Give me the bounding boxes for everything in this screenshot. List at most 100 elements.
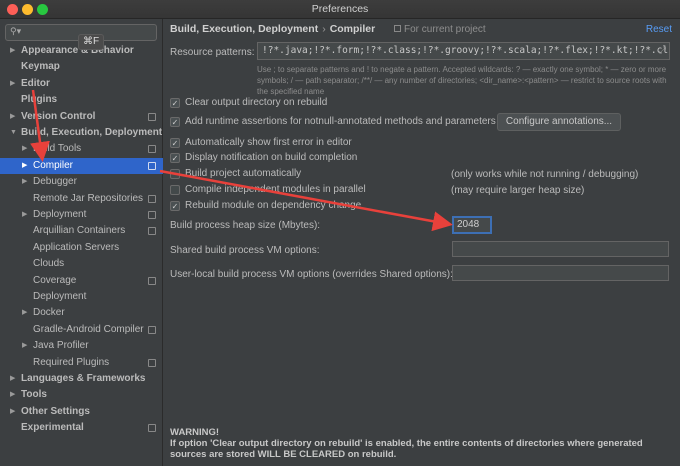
sidebar-item-label: Coverage bbox=[33, 274, 77, 286]
expand-icon[interactable]: ⤢ bbox=[659, 43, 666, 59]
sidebar-item-editor[interactable]: ▶ Editor bbox=[0, 76, 163, 92]
sidebar-item-label: Version Control bbox=[21, 110, 96, 122]
chevron-right-icon[interactable]: ▶ bbox=[22, 174, 27, 190]
option-checkbox[interactable]: ✓ bbox=[170, 201, 180, 211]
sidebar-item-label: Docker bbox=[33, 307, 65, 319]
chevron-right-icon[interactable]: ▶ bbox=[22, 305, 27, 321]
for-current-project-label: For current project bbox=[394, 24, 486, 35]
heap-size-label: Build process heap size (Mbytes): bbox=[170, 220, 321, 231]
sidebar-item-required-plugins[interactable]: Required Plugins bbox=[0, 355, 163, 371]
option-checkbox[interactable] bbox=[170, 169, 180, 179]
sidebar-item-label: Deployment bbox=[33, 291, 87, 302]
sidebar-item-coverage[interactable]: Coverage bbox=[0, 273, 163, 289]
project-level-icon bbox=[148, 227, 156, 236]
sidebar-item-remote-jar-repositories[interactable]: Remote Jar Repositories bbox=[0, 191, 163, 207]
sidebar-item-label: Compiler bbox=[33, 159, 74, 171]
project-level-icon bbox=[148, 161, 156, 170]
breadcrumb-parent: Build, Execution, Deployment bbox=[170, 23, 319, 35]
sidebar-item-keymap[interactable]: Keymap bbox=[0, 59, 163, 75]
sidebar-item-label: Build, Execution, Deployment bbox=[21, 127, 163, 138]
sidebar-item-gradle-android-compiler[interactable]: Gradle-Android Compiler bbox=[0, 322, 163, 338]
project-level-icon bbox=[148, 112, 156, 121]
warning-text: If option 'Clear output directory on reb… bbox=[170, 438, 643, 460]
sidebar-item-deployment[interactable]: Deployment bbox=[0, 289, 163, 305]
minimize-window-button[interactable] bbox=[22, 4, 33, 15]
option-label: Add runtime assertions for notnull-annot… bbox=[185, 116, 496, 127]
option-checkbox[interactable]: ✓ bbox=[170, 138, 180, 148]
search-icon: ⚲▾ bbox=[10, 26, 22, 36]
breadcrumb-current: Compiler bbox=[329, 23, 376, 35]
chevron-right-icon[interactable]: ▶ bbox=[10, 76, 15, 92]
shared-vm-options-input[interactable] bbox=[452, 241, 669, 257]
close-window-button[interactable] bbox=[7, 4, 18, 15]
sidebar-item-tools[interactable]: ▶ Tools bbox=[0, 387, 163, 403]
sidebar-item-plugins[interactable]: Plugins bbox=[0, 92, 163, 108]
option-checkbox[interactable]: ✓ bbox=[170, 153, 180, 163]
resource-patterns-input[interactable]: !?*.java;!?*.form;!?*.class;!?*.groovy;!… bbox=[257, 42, 670, 60]
sidebar-item-other-settings[interactable]: ▶ Other Settings bbox=[0, 404, 163, 420]
project-icon bbox=[394, 25, 401, 32]
chevron-right-icon[interactable]: ▶ bbox=[22, 207, 27, 223]
option-label: Display notification on build completion bbox=[185, 152, 358, 163]
breadcrumb: Build, Execution, Deployment › Compiler bbox=[170, 23, 375, 35]
resource-patterns-help: Use ; to separate patterns and ! to nega… bbox=[257, 65, 667, 96]
chevron-down-icon[interactable]: ▼ bbox=[10, 125, 17, 141]
option-label: Clear output directory on rebuild bbox=[185, 97, 328, 108]
sidebar-item-label: Deployment bbox=[33, 209, 87, 220]
sidebar-item-debugger[interactable]: ▶ Debugger bbox=[0, 174, 163, 190]
project-level-icon bbox=[148, 276, 156, 285]
maximize-window-button[interactable] bbox=[37, 4, 48, 15]
chevron-right-icon[interactable]: ▶ bbox=[22, 338, 27, 354]
sidebar-item-application-servers[interactable]: Application Servers bbox=[0, 240, 163, 256]
chevron-right-icon[interactable]: ▶ bbox=[10, 404, 15, 420]
sidebar-item-label: Application Servers bbox=[33, 241, 120, 253]
sidebar-item-experimental[interactable]: Experimental bbox=[0, 420, 163, 436]
for-current-project-text: For current project bbox=[404, 24, 486, 35]
sidebar-item-deployment[interactable]: ▶ Deployment bbox=[0, 207, 163, 223]
sidebar-item-label: Experimental bbox=[21, 422, 84, 434]
heap-size-input[interactable]: 2048 bbox=[452, 216, 492, 234]
sidebar-item-version-control[interactable]: ▶ Version Control bbox=[0, 109, 163, 125]
warning-title: WARNING! bbox=[170, 427, 220, 438]
configure-annotations-button[interactable]: Configure annotations... bbox=[497, 113, 621, 131]
breadcrumb-separator: › bbox=[322, 23, 326, 35]
sidebar-item-label: Languages & Frameworks bbox=[21, 373, 146, 384]
sidebar-item-label: Tools bbox=[21, 389, 47, 401]
chevron-right-icon[interactable]: ▶ bbox=[10, 109, 15, 125]
option-checkbox[interactable]: ✓ bbox=[170, 98, 180, 108]
sidebar-item-label: Other Settings bbox=[21, 405, 90, 417]
sidebar-item-arquillian-containers[interactable]: Arquillian Containers bbox=[0, 223, 163, 239]
sidebar-item-build-tools[interactable]: ▶ Build Tools bbox=[0, 141, 163, 157]
sidebar-item-clouds[interactable]: Clouds bbox=[0, 256, 163, 272]
title-bar: Preferences bbox=[0, 0, 680, 19]
chevron-right-icon[interactable]: ▶ bbox=[22, 141, 27, 157]
option-label: Build project automatically bbox=[185, 168, 302, 179]
project-level-icon bbox=[148, 145, 156, 154]
project-level-icon bbox=[148, 358, 156, 367]
sidebar-item-label: Editor bbox=[21, 77, 50, 89]
option-checkbox[interactable] bbox=[170, 185, 180, 195]
option-label: Compile independent modules in parallel bbox=[185, 184, 366, 195]
sidebar-item-label: Plugins bbox=[21, 94, 58, 106]
search-shortcut-tooltip: ⌘F bbox=[78, 34, 104, 50]
sidebar-item-label: Gradle-Android Compiler bbox=[33, 323, 144, 335]
sidebar-item-compiler[interactable]: ▶ Compiler bbox=[0, 157, 163, 174]
project-level-icon bbox=[148, 194, 156, 203]
sidebar-item-languages-frameworks[interactable]: ▶ Languages & Frameworks bbox=[0, 371, 163, 387]
option-checkbox[interactable]: ✓ bbox=[170, 117, 180, 127]
chevron-right-icon[interactable]: ▶ bbox=[10, 371, 15, 387]
user-vm-options-input[interactable] bbox=[452, 265, 669, 281]
resource-patterns-label: Resource patterns: bbox=[170, 47, 255, 58]
sidebar-item-java-profiler[interactable]: ▶ Java Profiler bbox=[0, 338, 163, 354]
window-title: Preferences bbox=[311, 3, 369, 15]
sidebar-item-label: Remote Jar Repositories bbox=[33, 192, 144, 204]
chevron-right-icon[interactable]: ▶ bbox=[10, 43, 15, 59]
resource-patterns-value: !?*.java;!?*.form;!?*.class;!?*.groovy;!… bbox=[262, 45, 670, 56]
sidebar-item-label: Java Profiler bbox=[33, 340, 89, 352]
chevron-right-icon[interactable]: ▶ bbox=[10, 387, 15, 403]
chevron-right-icon[interactable]: ▶ bbox=[22, 158, 27, 174]
project-level-icon bbox=[148, 325, 156, 334]
sidebar-item-build-execution-deployment[interactable]: ▼ Build, Execution, Deployment bbox=[0, 125, 163, 141]
reset-link[interactable]: Reset bbox=[646, 24, 672, 35]
sidebar-item-docker[interactable]: ▶ Docker bbox=[0, 305, 163, 321]
